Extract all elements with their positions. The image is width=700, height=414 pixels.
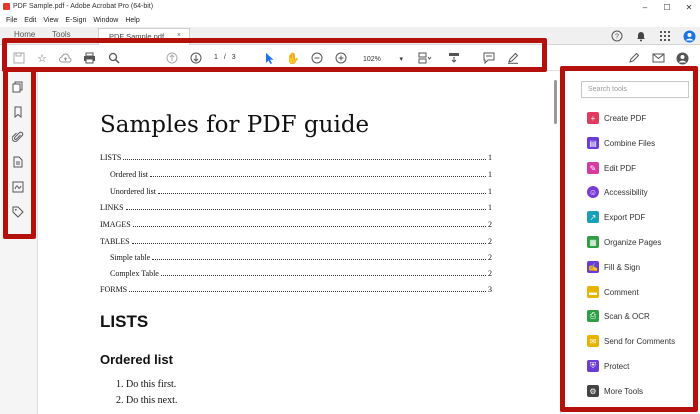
toc-leader <box>125 209 486 210</box>
toc-leader <box>152 259 486 260</box>
list-item: 1. Do this first. <box>116 379 177 390</box>
window-controls: – ☐ ✕ <box>634 0 700 14</box>
toc-label: IMAGES <box>100 220 131 229</box>
toc-entry[interactable]: Unordered list 1 <box>110 184 492 196</box>
toc-label: FORMS <box>100 285 128 294</box>
apps-grid-icon[interactable] <box>658 29 672 43</box>
help-icon[interactable]: ? <box>610 29 624 43</box>
heading-lists: LISTS <box>100 312 149 331</box>
menu-esign[interactable]: E-Sign <box>65 17 86 24</box>
toc-page: 1 <box>488 187 492 196</box>
toc-entry[interactable]: Ordered list 1 <box>110 167 492 179</box>
vertical-scrollbar[interactable] <box>554 80 557 124</box>
left-nav-highlight-box <box>3 67 36 239</box>
toc-page: 2 <box>488 220 492 229</box>
toc-page: 1 <box>488 153 492 162</box>
menu-file[interactable]: File <box>6 17 17 24</box>
toc-leader <box>158 193 486 194</box>
svg-text:?: ? <box>615 34 619 41</box>
toc-label: LISTS <box>100 153 122 162</box>
toc-entry[interactable]: LINKS 1 <box>100 200 492 212</box>
mail-icon[interactable] <box>651 51 665 65</box>
toc-leader <box>123 159 486 160</box>
list-item: 2. Do this next. <box>116 395 178 406</box>
toc-label: Complex Table <box>110 269 159 278</box>
toc-entry[interactable]: TABLES 2 <box>100 234 492 246</box>
acrobat-logo-icon <box>3 3 10 10</box>
toc-page: 2 <box>488 237 492 246</box>
toc-leader <box>150 176 486 177</box>
close-window-icon[interactable]: ✕ <box>678 0 700 14</box>
heading-ordered-list: Ordered list <box>100 352 173 367</box>
menu-edit[interactable]: Edit <box>24 17 36 24</box>
toc-page: 1 <box>488 170 492 179</box>
maximize-icon[interactable]: ☐ <box>656 0 678 14</box>
bell-icon[interactable] <box>634 29 648 43</box>
esign-icon[interactable] <box>627 51 641 65</box>
toc-entry[interactable]: FORMS 3 <box>100 282 492 294</box>
toc-entry[interactable]: LISTS 1 <box>100 150 492 162</box>
toc-label: Unordered list <box>110 187 156 196</box>
toc-entry[interactable]: Complex Table 2 <box>110 266 492 278</box>
toc-leader <box>160 275 486 276</box>
user-avatar-icon[interactable] <box>682 29 696 43</box>
toc-label: Ordered list <box>110 170 148 179</box>
toc-label: Simple table <box>110 253 151 262</box>
toc-entry[interactable]: Simple table 2 <box>110 250 492 262</box>
window-title: PDF Sample.pdf - Adobe Acrobat Pro (64-b… <box>13 3 154 10</box>
minimize-icon[interactable]: – <box>634 0 656 14</box>
toc-leader <box>132 226 486 227</box>
menu-window[interactable]: Window <box>93 17 118 24</box>
title-bar: PDF Sample.pdf - Adobe Acrobat Pro (64-b… <box>0 0 700 14</box>
document-viewport[interactable]: Samples for PDF guide LISTS 1 Ordered lis… <box>38 72 558 414</box>
toc-page: 2 <box>488 269 492 278</box>
header-right-icons: ? <box>610 29 696 43</box>
menu-bar: File Edit View E-Sign Window Help <box>0 14 700 27</box>
toc-page: 2 <box>488 253 492 262</box>
toc-page: 3 <box>488 285 492 294</box>
toc-leader <box>131 243 486 244</box>
document-title: Samples for PDF guide <box>100 112 370 138</box>
toc-entry[interactable]: IMAGES 2 <box>100 217 492 229</box>
toc-leader <box>129 291 486 292</box>
toc-page: 1 <box>488 203 492 212</box>
share-user-icon[interactable] <box>675 51 689 65</box>
toolbar-highlight-box <box>2 38 547 72</box>
menu-help[interactable]: Help <box>125 17 139 24</box>
toc-label: LINKS <box>100 203 124 212</box>
menu-view[interactable]: View <box>43 17 58 24</box>
tools-panel-highlight-box <box>560 66 698 412</box>
toc-label: TABLES <box>100 237 130 246</box>
